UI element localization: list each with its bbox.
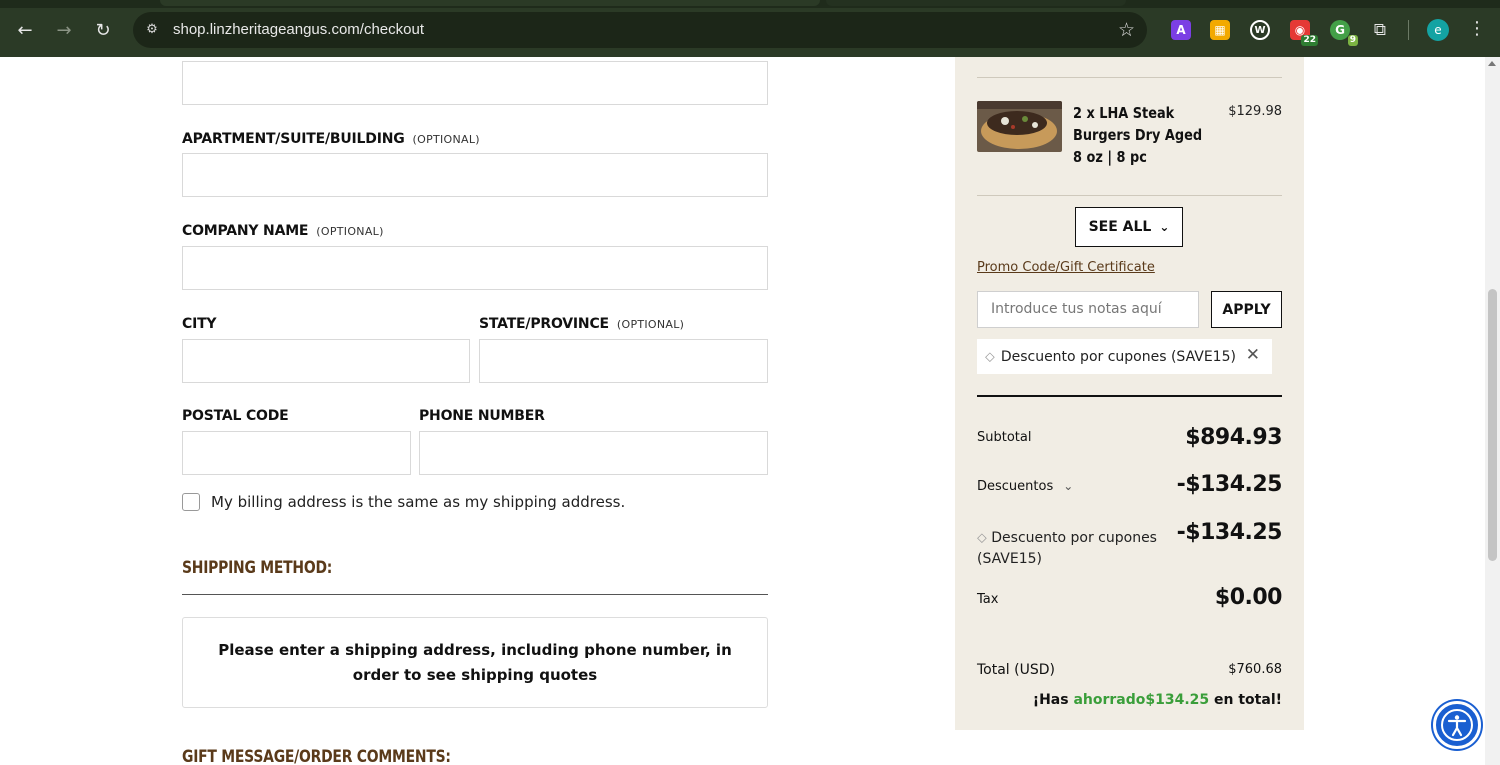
scroll-up-arrow-icon[interactable] [1488, 61, 1496, 66]
bookmark-star-icon[interactable]: ☆ [1118, 19, 1135, 41]
extension-badge: 9 [1347, 35, 1358, 46]
savings-message: ¡Has ahorrado$134.25 en total! [1032, 692, 1282, 708]
site-info-icon[interactable]: ⚙ [143, 21, 161, 39]
product-price: $129.98 [1228, 104, 1282, 119]
apartment-label: APARTMENT/SUITE/BUILDING (OPTIONAL) [182, 131, 480, 147]
total-value: $760.68 [1228, 662, 1282, 677]
extension-badge: 22 [1301, 35, 1318, 46]
totals-divider [977, 395, 1282, 397]
summary-divider [977, 195, 1282, 196]
product-name: 2 x LHA Steak Burgers Dry Aged 8 oz | 8 … [1073, 104, 1203, 166]
chevron-down-icon: ⌄ [1159, 220, 1170, 234]
tax-value: $0.00 [1214, 585, 1283, 610]
tag-icon: ⬦ [977, 530, 987, 546]
browser-menu-icon[interactable]: ⋮ [1468, 18, 1486, 39]
phone-input[interactable] [419, 431, 768, 475]
phone-label: PHONE NUMBER [419, 408, 545, 424]
extension-g-icon[interactable]: G9 [1330, 20, 1358, 46]
see-all-button[interactable]: SEE ALL ⌄ [1075, 207, 1183, 247]
subtotal-value: $894.93 [1185, 425, 1282, 450]
subtotal-label: Subtotal [977, 430, 1032, 445]
state-input[interactable] [479, 339, 768, 383]
remove-coupon-close-icon[interactable]: ✕ [1246, 345, 1260, 365]
forward-icon[interactable]: → [52, 18, 76, 42]
toolbar-divider [1408, 20, 1409, 40]
shipping-method-title: SHIPPING METHOD: [182, 558, 333, 578]
accessibility-icon[interactable] [1433, 701, 1481, 749]
applied-coupon-chip: ⬦ Descuento por cupones (SAVE15) ✕ [977, 339, 1272, 374]
extension-grid-icon[interactable]: ▦ [1210, 20, 1230, 40]
city-label: CITY [182, 316, 217, 332]
profile-avatar[interactable]: e [1427, 19, 1449, 41]
reload-icon[interactable]: ↻ [91, 18, 115, 42]
promo-code-input[interactable]: Introduce tus notas aquí [977, 291, 1199, 328]
discounts-value: -$134.25 [1176, 472, 1283, 497]
promo-code-link[interactable]: Promo Code/Gift Certificate [977, 260, 1155, 275]
company-label: COMPANY NAME (OPTIONAL) [182, 223, 384, 239]
apartment-input[interactable] [182, 153, 768, 197]
product-thumbnail [977, 101, 1062, 152]
summary-divider [977, 77, 1282, 78]
city-input[interactable] [182, 339, 470, 383]
extension-calendar-icon[interactable]: ◉ 22 [1290, 20, 1318, 46]
coupon-discount-line: ⬦ Descuento por cupones (SAVE15) [977, 530, 1157, 567]
coupon-discount-value: -$134.25 [1176, 520, 1283, 545]
inactive-tab[interactable] [826, 0, 1126, 6]
postal-code-label: POSTAL CODE [182, 408, 289, 424]
scrollbar-thumb[interactable] [1488, 289, 1497, 561]
url-text[interactable]: shop.linzheritageangus.com/checkout [173, 21, 424, 38]
active-tab[interactable] [160, 0, 820, 6]
company-input[interactable] [182, 246, 768, 290]
address-line-input[interactable] [182, 61, 768, 105]
billing-same-label[interactable]: My billing address is the same as my shi… [211, 493, 625, 511]
browser-toolbar: ← → ↻ ⚙ shop.linzheritageangus.com/check… [0, 0, 1500, 57]
extensions-puzzle-icon[interactable]: ⧉ [1368, 18, 1392, 42]
extension-a-icon[interactable]: A [1171, 20, 1191, 40]
section-divider [182, 594, 768, 595]
total-label: Total (USD) [977, 662, 1055, 678]
postal-code-input[interactable] [182, 431, 411, 475]
billing-same-checkbox[interactable] [182, 493, 200, 511]
chevron-down-icon: ⌄ [1063, 479, 1074, 493]
address-bar[interactable]: ⚙ shop.linzheritageangus.com/checkout ☆ [133, 12, 1147, 48]
page-scrollbar[interactable] [1485, 57, 1500, 765]
state-label: STATE/PROVINCE (OPTIONAL) [479, 316, 685, 332]
tag-icon: ⬦ [985, 348, 995, 365]
gift-message-title: GIFT MESSAGE/ORDER COMMENTS: [182, 747, 451, 765]
tax-label: Tax [977, 592, 999, 607]
discounts-toggle[interactable]: Descuentos ⌄ [977, 479, 1073, 494]
apply-button[interactable]: APPLY [1211, 291, 1282, 328]
extension-w-icon[interactable]: W [1250, 20, 1270, 40]
back-icon[interactable]: ← [13, 18, 37, 42]
shipping-quotes-message: Please enter a shipping address, includi… [182, 617, 768, 708]
